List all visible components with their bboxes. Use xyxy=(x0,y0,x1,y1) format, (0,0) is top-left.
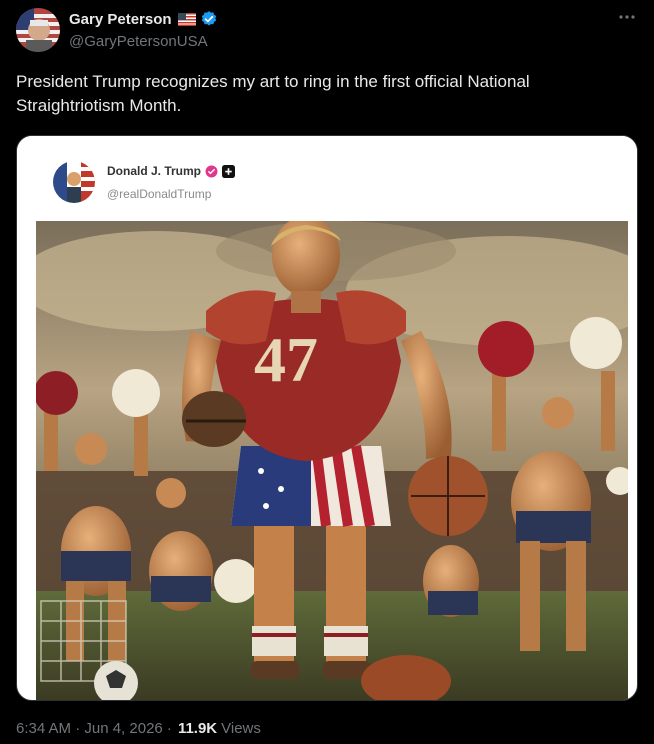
jersey-number: 47 xyxy=(254,324,318,395)
embedded-author-handle: @realDonaldTrump xyxy=(107,187,212,201)
tweet-media[interactable]: Donald J. Trump @realDonaldTrump 47 xyxy=(16,135,638,701)
us-flag-icon xyxy=(177,12,196,26)
embedded-author-name: Donald J. Trump xyxy=(107,164,202,178)
more-options-icon[interactable] xyxy=(618,8,636,31)
verified-badge-icon xyxy=(205,165,218,178)
embedded-post-header: Donald J. Trump @realDonaldTrump xyxy=(17,136,637,221)
tweet-footer: 6:34 AM · Jun 4, 2026 · 11.9K Views xyxy=(16,720,261,737)
author-name[interactable]: Gary Peterson xyxy=(69,11,172,28)
views-label: Views xyxy=(221,720,261,737)
tweet-header: Gary Peterson @GaryPetersonUSA xyxy=(16,8,638,56)
embedded-avatar xyxy=(53,161,95,203)
verified-badge-icon xyxy=(200,10,218,28)
author-avatar[interactable] xyxy=(16,8,60,52)
artwork-image[interactable]: 47 xyxy=(36,221,628,700)
tweet-timestamp[interactable]: 6:34 AM · Jun 4, 2026 · xyxy=(16,720,172,737)
tweet-text: President Trump recognizes my art to rin… xyxy=(16,72,530,115)
views-count: 11.9K xyxy=(177,720,218,737)
author-handle[interactable]: @GaryPetersonUSA xyxy=(69,33,208,50)
plus-badge-icon xyxy=(222,164,236,178)
